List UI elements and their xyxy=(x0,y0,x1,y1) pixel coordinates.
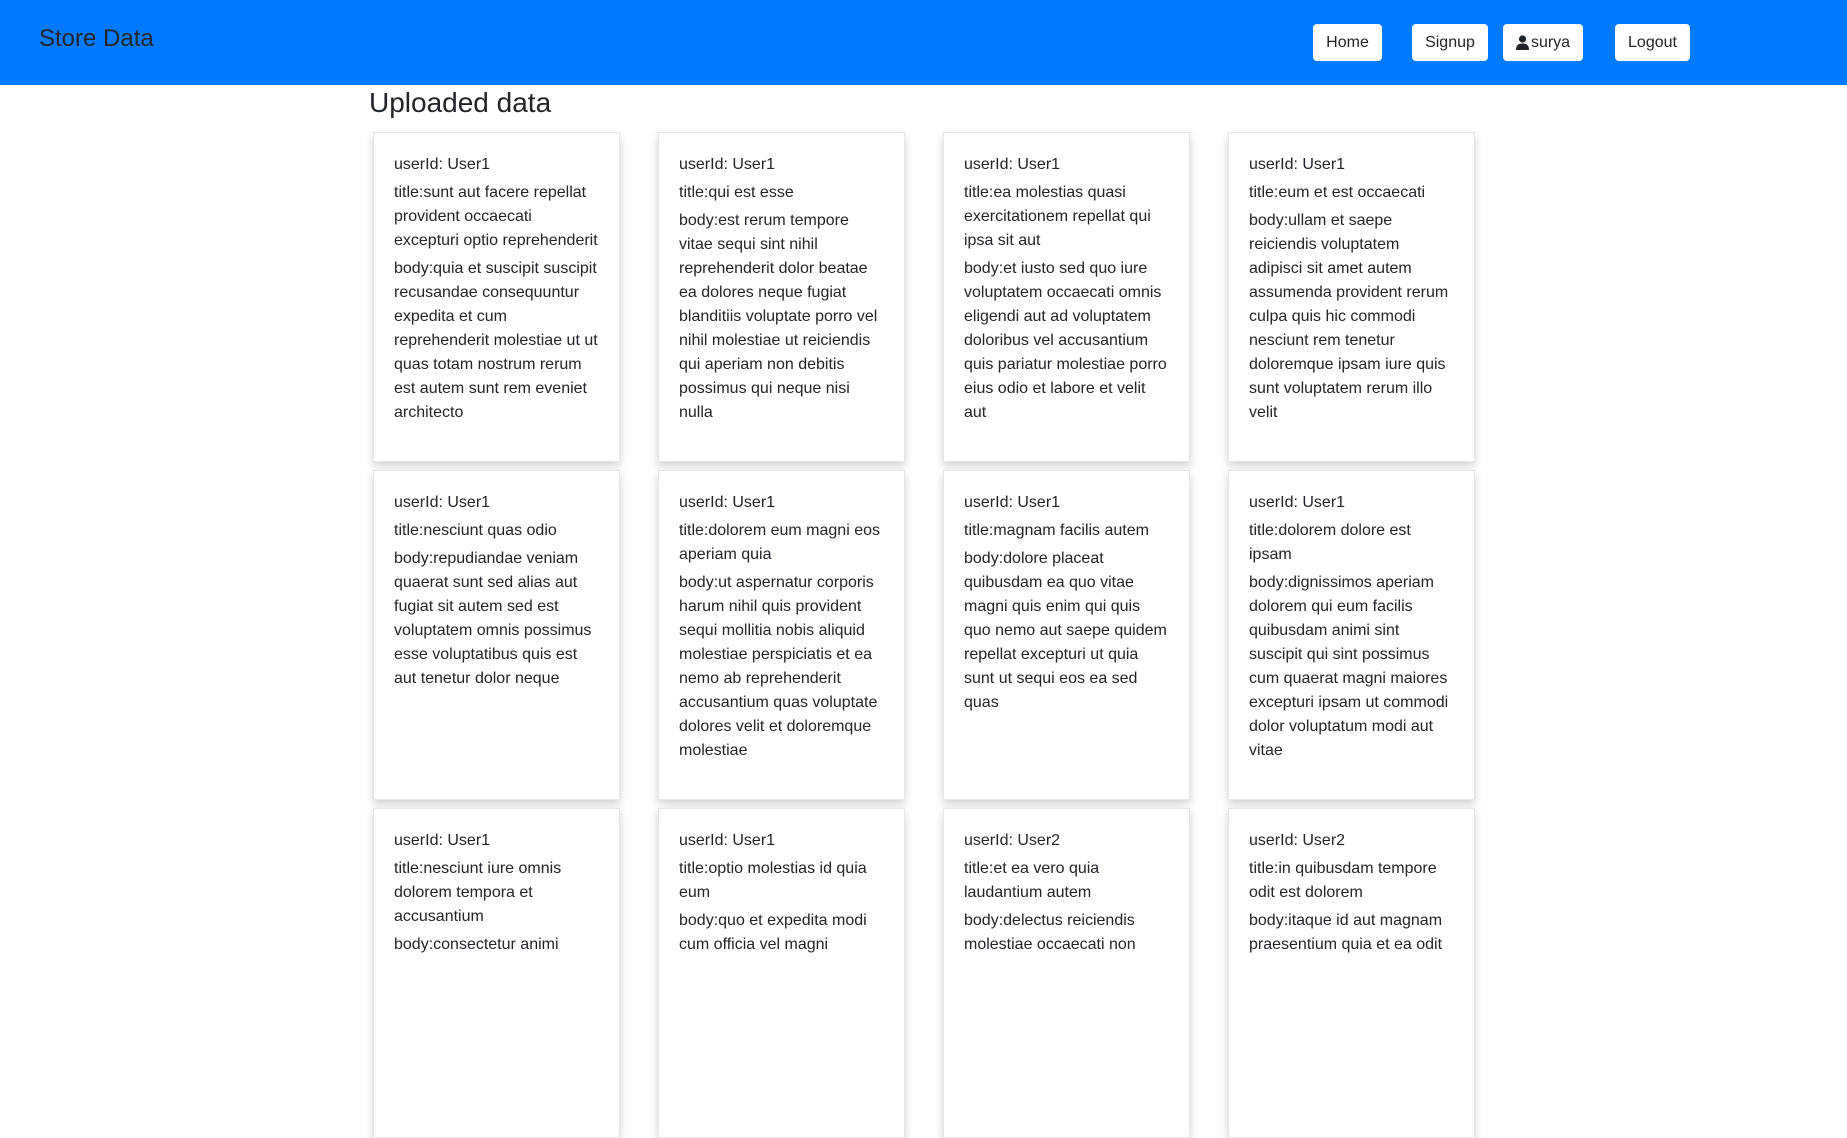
card-title: title:nesciunt quas odio xyxy=(394,522,557,539)
card-user-id: userId: User1 xyxy=(394,832,491,849)
data-card: userId: User2 title:in quibusdam tempore… xyxy=(1228,808,1475,1138)
card-title: title:sunt aut facere repellat provident… xyxy=(394,184,598,249)
card-title: title:ea molestias quasi exercitationem … xyxy=(964,184,1151,249)
data-card: userId: User1 title:optio molestias id q… xyxy=(658,808,905,1138)
data-card: userId: User1 title:dolorem eum magni eo… xyxy=(658,470,905,800)
data-card: userId: User2 title:et ea vero quia laud… xyxy=(943,808,1190,1138)
data-card: userId: User1 title:sunt aut facere repe… xyxy=(373,132,620,462)
card-body: body:repudiandae veniam quaerat sunt sed… xyxy=(394,550,592,687)
card-body: body:est rerum tempore vitae sequi sint … xyxy=(679,212,878,421)
data-card: userId: User1 title:eum et est occaecati… xyxy=(1228,132,1475,462)
card-title: title:et ea vero quia laudantium autem xyxy=(964,860,1100,901)
card-body: body:et iusto sed quo iure voluptatem oc… xyxy=(964,260,1167,421)
data-card: userId: User1 title:nesciunt quas odio b… xyxy=(373,470,620,800)
data-card: userId: User1 title:magnam facilis autem… xyxy=(943,470,1190,800)
username-label: surya xyxy=(1530,33,1571,51)
card-user-id: userId: User1 xyxy=(679,156,776,173)
navbar: Store Data Home Signup surya Logout xyxy=(0,0,1847,85)
card-body: body:quo et expedita modi cum officia ve… xyxy=(679,912,867,953)
data-card: userId: User1 title:nesciunt iure omnis … xyxy=(373,808,620,1138)
data-card: userId: User1 title:qui est esse body:es… xyxy=(658,132,905,462)
card-title: title:optio molestias id quia eum xyxy=(679,860,867,901)
card-user-id: userId: User1 xyxy=(1249,494,1346,511)
card-title: title:dolorem dolore est ipsam xyxy=(1249,522,1411,563)
card-title: title:qui est esse xyxy=(679,184,794,201)
user-profile-button[interactable]: surya xyxy=(1503,24,1583,61)
card-title: title:dolorem eum magni eos aperiam quia xyxy=(679,522,880,563)
card-title: title:magnam facilis autem xyxy=(964,522,1149,539)
logout-button[interactable]: Logout xyxy=(1615,24,1690,61)
card-title: title:in quibusdam tempore odit est dolo… xyxy=(1249,860,1437,901)
card-user-id: userId: User1 xyxy=(679,832,776,849)
card-title: title:nesciunt iure omnis dolorem tempor… xyxy=(394,860,562,925)
data-card: userId: User1 title:dolorem dolore est i… xyxy=(1228,470,1475,800)
card-body: body:dignissimos aperiam dolorem qui eum… xyxy=(1249,574,1449,759)
page-title: Uploaded data xyxy=(369,87,552,118)
home-button[interactable]: Home xyxy=(1313,24,1382,61)
card-user-id: userId: User1 xyxy=(394,494,491,511)
card-user-id: userId: User2 xyxy=(964,832,1061,849)
card-user-id: userId: User1 xyxy=(964,156,1061,173)
brand-title[interactable]: Store Data xyxy=(39,24,154,54)
card-body: body:ut aspernatur corporis harum nihil … xyxy=(679,574,878,759)
card-body: body:dolore placeat quibusdam ea quo vit… xyxy=(964,550,1167,711)
card-body: body:consectetur animi xyxy=(394,936,559,953)
card-user-id: userId: User1 xyxy=(679,494,776,511)
card-body: body:itaque id aut magnam praesentium qu… xyxy=(1249,912,1443,953)
signup-button[interactable]: Signup xyxy=(1412,24,1488,61)
card-body: body:ullam et saepe reiciendis voluptate… xyxy=(1249,212,1449,421)
card-body: body:delectus reiciendis molestiae occae… xyxy=(964,912,1136,953)
card-title: title:eum et est occaecati xyxy=(1249,184,1426,201)
user-icon xyxy=(1515,35,1529,50)
data-card: userId: User1 title:ea molestias quasi e… xyxy=(943,132,1190,462)
card-user-id: userId: User1 xyxy=(964,494,1061,511)
card-user-id: userId: User1 xyxy=(394,156,491,173)
card-body: body:quia et suscipit suscipit recusanda… xyxy=(394,260,598,421)
card-user-id: userId: User2 xyxy=(1249,832,1346,849)
card-user-id: userId: User1 xyxy=(1249,156,1346,173)
